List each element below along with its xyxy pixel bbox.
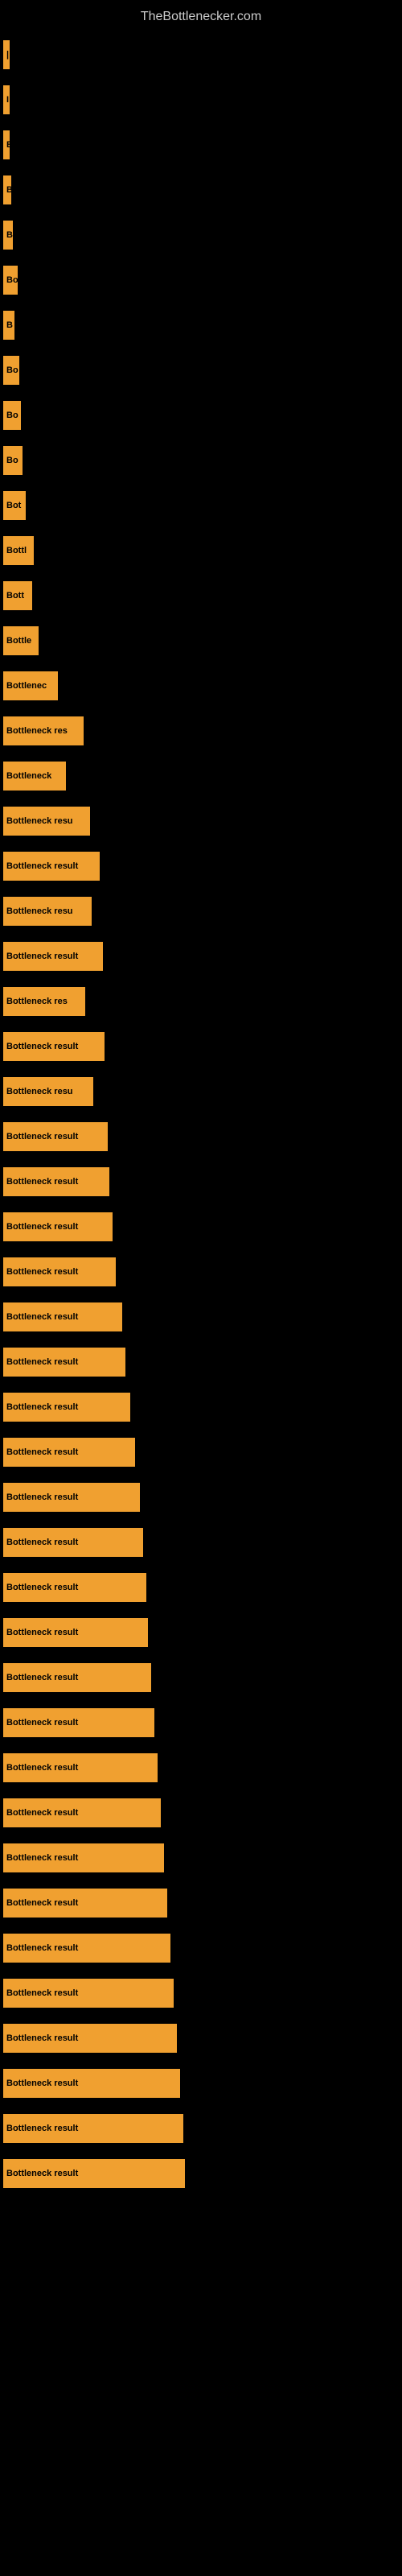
- bar-label: Bottleneck result: [3, 2024, 177, 2053]
- bar-row: Bottleneck result: [0, 1790, 402, 1835]
- site-title: TheBottlenecker.com: [0, 3, 402, 31]
- bar-label: Bottleneck result: [3, 1122, 108, 1151]
- bar-row: Bottleneck result: [0, 1385, 402, 1430]
- bar-label: Bottlenec: [3, 671, 58, 700]
- bar-row: |: [0, 32, 402, 77]
- bar-label: B: [3, 221, 13, 250]
- bar-label: Bottleneck result: [3, 852, 100, 881]
- bar-label: Bottleneck resu: [3, 897, 92, 926]
- bar-row: Bottle: [0, 618, 402, 663]
- bar-label: Bottleneck resu: [3, 807, 90, 836]
- bar-label: Bottleneck result: [3, 1257, 116, 1286]
- bar-row: Bottleneck result: [0, 1024, 402, 1069]
- bar-row: Bottleneck result: [0, 1926, 402, 1971]
- bar-label: Bottleneck result: [3, 1753, 158, 1782]
- bar-row: B: [0, 167, 402, 213]
- bar-label: Bottleneck result: [3, 1573, 146, 1602]
- bar-row: Bottleneck result: [0, 1745, 402, 1790]
- bar-label: Bottleneck result: [3, 1438, 135, 1467]
- bar-label: Bottleneck res: [3, 716, 84, 745]
- bar-label: Bottle: [3, 626, 39, 655]
- bar-row: Bottl: [0, 528, 402, 573]
- bar-row: Bottleneck result: [0, 1475, 402, 1520]
- bar-row: Bottleneck result: [0, 1249, 402, 1294]
- bar-row: Bo: [0, 258, 402, 303]
- bar-label: Bottleneck result: [3, 1302, 122, 1331]
- bar-row: Bottleneck result: [0, 1655, 402, 1700]
- bar-label: Bottleneck res: [3, 987, 85, 1016]
- bar-row: B: [0, 213, 402, 258]
- bar-label: Bottleneck result: [3, 1708, 154, 1737]
- bar-row: Bottleneck res: [0, 979, 402, 1024]
- bar-row: Bottleneck resu: [0, 799, 402, 844]
- bar-label: Bottleneck result: [3, 1348, 125, 1377]
- bar-row: Bottleneck result: [0, 1610, 402, 1655]
- bar-label: Bottleneck result: [3, 1843, 164, 1872]
- bar-label: Bo: [3, 266, 18, 295]
- bar-row: B: [0, 303, 402, 348]
- bar-label: Bottleneck result: [3, 1934, 170, 1963]
- bar-label: Bottl: [3, 536, 34, 565]
- bar-label: I: [3, 85, 10, 114]
- bar-row: Bottleneck result: [0, 1835, 402, 1880]
- bar-row: Bottleneck result: [0, 1565, 402, 1610]
- bar-row: Bo: [0, 348, 402, 393]
- bar-row: E: [0, 122, 402, 167]
- bar-row: Bottleneck: [0, 753, 402, 799]
- bar-label: Bottleneck result: [3, 1663, 151, 1692]
- bar-label: Bottleneck result: [3, 2114, 183, 2143]
- bar-row: Bottleneck result: [0, 1700, 402, 1745]
- bar-label: Bottleneck result: [3, 2069, 180, 2098]
- bar-label: Bottleneck result: [3, 1798, 161, 1827]
- bar-row: Bottleneck result: [0, 1430, 402, 1475]
- bar-row: Bo: [0, 393, 402, 438]
- bar-label: Bo: [3, 401, 21, 430]
- bar-label: B: [3, 311, 14, 340]
- bar-row: Bottleneck result: [0, 1294, 402, 1340]
- bar-label: Bottleneck result: [3, 1889, 167, 1918]
- bar-row: Bottleneck result: [0, 1340, 402, 1385]
- bar-label: Bottleneck result: [3, 2159, 185, 2188]
- bar-row: Bottleneck result: [0, 2016, 402, 2061]
- bar-row: Bottlenec: [0, 663, 402, 708]
- bar-label: Bottleneck: [3, 762, 66, 791]
- bar-row: Bottleneck result: [0, 1114, 402, 1159]
- bar-label: |: [3, 40, 10, 69]
- bar-label: Bottleneck result: [3, 1212, 113, 1241]
- bar-label: Bot: [3, 491, 26, 520]
- bar-label: Bottleneck result: [3, 1032, 105, 1061]
- bar-label: Bottleneck result: [3, 1618, 148, 1647]
- bar-label: B: [3, 175, 11, 204]
- bar-label: Bottleneck result: [3, 942, 103, 971]
- bar-label: Bo: [3, 446, 23, 475]
- bar-row: Bot: [0, 483, 402, 528]
- bars-container: |IEBBBoBBoBoBoBotBottlBottBottleBottlene…: [0, 32, 402, 2196]
- bar-label: Bo: [3, 356, 19, 385]
- bar-row: Bottleneck result: [0, 1159, 402, 1204]
- bar-row: Bottleneck result: [0, 2151, 402, 2196]
- bar-row: Bo: [0, 438, 402, 483]
- bar-row: Bottleneck resu: [0, 1069, 402, 1114]
- bar-label: Bottleneck resu: [3, 1077, 93, 1106]
- bar-row: Bottleneck result: [0, 2061, 402, 2106]
- bar-row: Bottleneck result: [0, 1204, 402, 1249]
- bar-label: Bottleneck result: [3, 1483, 140, 1512]
- bar-row: Bottleneck result: [0, 934, 402, 979]
- bar-row: Bottleneck result: [0, 1880, 402, 1926]
- bar-row: Bottleneck result: [0, 844, 402, 889]
- bar-row: Bottleneck result: [0, 1971, 402, 2016]
- bar-row: Bottleneck res: [0, 708, 402, 753]
- bar-row: I: [0, 77, 402, 122]
- bar-label: Bottleneck result: [3, 1979, 174, 2008]
- bar-label: Bottleneck result: [3, 1393, 130, 1422]
- bar-row: Bottleneck result: [0, 1520, 402, 1565]
- bar-row: Bott: [0, 573, 402, 618]
- bar-label: Bottleneck result: [3, 1528, 143, 1557]
- bar-row: Bottleneck resu: [0, 889, 402, 934]
- bar-label: Bottleneck result: [3, 1167, 109, 1196]
- bar-label: Bott: [3, 581, 32, 610]
- bar-row: Bottleneck result: [0, 2106, 402, 2151]
- bar-label: E: [3, 130, 10, 159]
